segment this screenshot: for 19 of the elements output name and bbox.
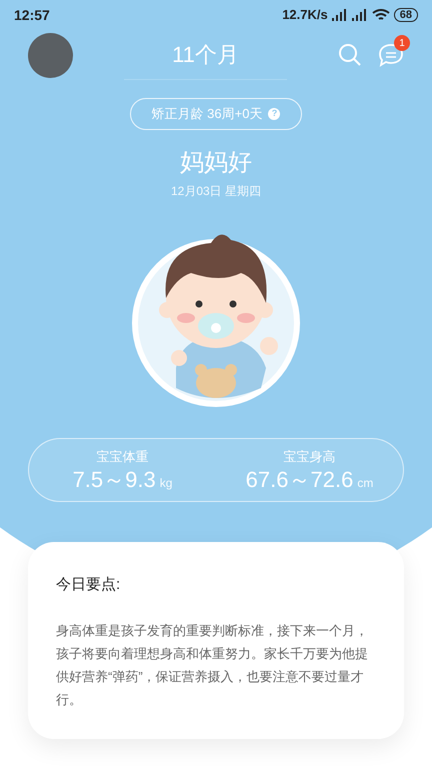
battery-indicator: 68 bbox=[394, 8, 418, 22]
corrected-age-pill[interactable]: 矫正月龄 36周+0天 ? bbox=[130, 98, 302, 130]
signal-icon bbox=[332, 9, 348, 21]
stat-value: 67.6～72.6 bbox=[246, 466, 354, 493]
network-speed: 12.7K/s bbox=[282, 6, 328, 24]
stat-unit: kg bbox=[160, 474, 172, 492]
status-time: 12:57 bbox=[14, 6, 50, 24]
page-title: 11个月 bbox=[124, 30, 287, 80]
stat-unit: cm bbox=[357, 474, 374, 492]
greeting: 妈妈好 bbox=[179, 148, 253, 178]
tip-title: 今日要点: bbox=[56, 575, 122, 595]
wifi-icon bbox=[372, 8, 390, 22]
stat-label: 宝宝身高 bbox=[284, 448, 336, 466]
stat-label: 宝宝体重 bbox=[96, 448, 148, 466]
tip-body: 身高体重是孩子发育的重要判断标准，接下来一个月，孩子将要向着理想身高和体重努力。家长千万要为他提供好营养“弹药”，保证营养摄入，也要注意不要过量才行。 bbox=[56, 622, 369, 708]
signal-icon bbox=[352, 9, 368, 21]
date-text: 12月03日 星期四 bbox=[170, 183, 262, 200]
stat-value: 7.5～9.3 bbox=[72, 466, 156, 493]
corrected-age-text: 矫正月龄 36周+0天 bbox=[152, 105, 262, 124]
